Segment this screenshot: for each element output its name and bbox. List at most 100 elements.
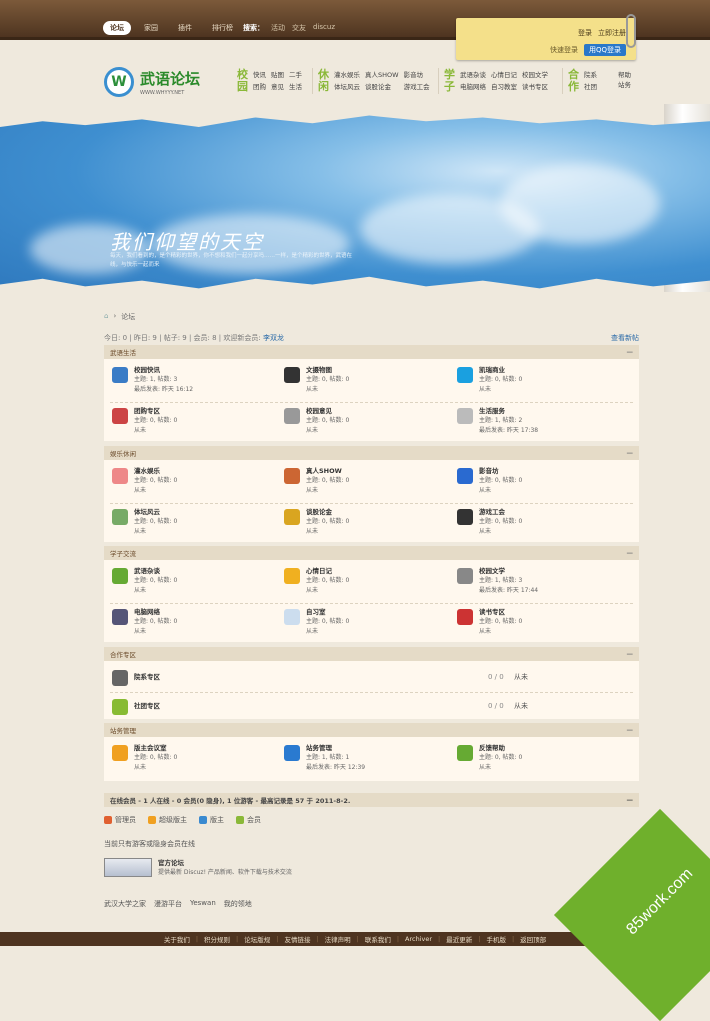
category-link[interactable]: 自习教室 <box>491 81 517 93</box>
forum-item[interactable]: 心情日记 主题: 0, 帖数: 0 从未 <box>284 566 349 596</box>
category-link[interactable]: 院系 <box>584 69 597 81</box>
forum-name[interactable]: 文摄物图 <box>306 365 349 375</box>
forum-name[interactable]: 影音坊 <box>479 466 522 476</box>
footer-link[interactable]: 法律声明 <box>325 934 351 944</box>
forum-name[interactable]: 校园意见 <box>306 406 349 416</box>
forum-name[interactable]: 校园快讯 <box>134 365 193 375</box>
search-link-discuz[interactable]: discuz <box>313 23 335 33</box>
forum-name[interactable]: 团购专区 <box>134 406 177 416</box>
forum-name[interactable]: 反馈帮助 <box>479 743 522 753</box>
forum-item[interactable]: 自习室 主题: 0, 帖数: 0 从未 <box>284 607 349 637</box>
site-logo[interactable]: W 武语论坛 WWW.WHYYY.NET <box>104 67 200 97</box>
forum-item[interactable]: 版主会议室 主题: 0, 帖数: 0 从未 <box>112 743 177 773</box>
category-link[interactable]: 游戏工会 <box>404 81 430 93</box>
forum-item[interactable]: 校园快讯 主题: 1, 帖数: 3 最后发表: 昨天 16:12 <box>112 365 193 395</box>
forum-name[interactable]: 社团专区 <box>134 701 160 711</box>
category-link[interactable]: 二手 <box>289 69 302 81</box>
forum-name[interactable]: 校园文学 <box>479 566 538 576</box>
login-link[interactable]: 登录 <box>578 28 592 38</box>
footer-link[interactable]: 关于我们 <box>164 934 190 944</box>
tab-1[interactable]: 家园 <box>137 21 165 35</box>
collapse-icon[interactable]: — <box>627 549 634 557</box>
category-link[interactable]: 意见 <box>271 81 284 93</box>
forum-name[interactable]: 版主会议室 <box>134 743 177 753</box>
forum-name[interactable]: 谈股论金 <box>306 507 349 517</box>
search-link-activity[interactable]: 活动 <box>271 23 285 33</box>
collapse-icon[interactable]: — <box>627 449 634 457</box>
forum-name[interactable]: 心情日记 <box>306 566 349 576</box>
forum-item[interactable]: 站务管理 主题: 1, 帖数: 1 最后发表: 昨天 12:39 <box>284 743 365 773</box>
newest-member-link[interactable]: 李双龙 <box>263 334 284 342</box>
forum-item[interactable]: 武语杂谈 主题: 0, 帖数: 0 从未 <box>112 566 177 596</box>
footer-link[interactable]: 论坛版规 <box>244 934 270 944</box>
forum-item[interactable]: 真人SHOW 主题: 0, 帖数: 0 从未 <box>284 466 349 496</box>
help-link[interactable]: 帮助站务 <box>618 70 636 90</box>
friend-link[interactable]: 漫游平台 <box>154 899 182 909</box>
breadcrumb-current[interactable]: 论坛 <box>121 312 135 322</box>
forum-item[interactable]: 校园意见 主题: 0, 帖数: 0 从未 <box>284 406 349 436</box>
collapse-icon[interactable]: — <box>627 726 634 734</box>
tab-2[interactable]: 插件 <box>171 21 199 35</box>
home-icon[interactable]: ⌂ <box>104 312 108 322</box>
friend-link[interactable]: 我的领地 <box>224 899 252 909</box>
forum-item[interactable]: 电脑网络 主题: 0, 帖数: 0 从未 <box>112 607 177 637</box>
category-link[interactable]: 团购 <box>253 81 266 93</box>
category-link[interactable]: 读书专区 <box>522 81 548 93</box>
forum-name[interactable]: 读书专区 <box>479 607 522 617</box>
footer-link[interactable]: 联系我们 <box>365 934 391 944</box>
forum-item[interactable]: 游戏工会 主题: 0, 帖数: 0 从未 <box>457 507 522 537</box>
forum-row[interactable]: 院系专区 0 / 0 从未 <box>104 663 639 691</box>
category-link[interactable]: 武语杂谈 <box>460 69 486 81</box>
official-link[interactable]: 官方论坛 提供最新 Discuz! 产品新闻、软件下载与技术交流 <box>104 858 292 878</box>
forum-name[interactable]: 站务管理 <box>306 743 365 753</box>
forum-name[interactable]: 自习室 <box>306 607 349 617</box>
category-link[interactable]: 真人SHOW <box>365 69 399 81</box>
register-link[interactable]: 立即注册 <box>598 28 626 38</box>
section-header[interactable]: 站务管理 — <box>104 723 639 737</box>
footer-link[interactable]: 最近更新 <box>446 934 472 944</box>
forum-name[interactable]: 凯瑞商业 <box>479 365 522 375</box>
forum-name[interactable]: 游戏工会 <box>479 507 522 517</box>
forum-name[interactable]: 武语杂谈 <box>134 566 177 576</box>
category-link[interactable]: 贴图 <box>271 69 284 81</box>
category-link[interactable]: 体坛风云 <box>334 81 360 93</box>
category-link[interactable]: 谈股论金 <box>365 81 399 93</box>
forum-item[interactable]: 团购专区 主题: 0, 帖数: 0 从未 <box>112 406 177 436</box>
footer-link[interactable]: Archiver <box>405 935 432 943</box>
official-name[interactable]: 官方论坛 <box>158 858 292 868</box>
section-header[interactable]: 武语生活 — <box>104 345 639 359</box>
forum-row[interactable]: 社团专区 0 / 0 从未 <box>104 692 639 720</box>
category-link[interactable]: 电脑网络 <box>460 81 486 93</box>
forum-item[interactable]: 校园文学 主题: 1, 帖数: 3 最后发表: 昨天 17:44 <box>457 566 538 596</box>
forum-name[interactable]: 电脑网络 <box>134 607 177 617</box>
section-header[interactable]: 娱乐休闲 — <box>104 446 639 460</box>
forum-name[interactable]: 生活服务 <box>479 406 538 416</box>
category-link[interactable]: 社团 <box>584 81 597 93</box>
category-link[interactable]: 生活 <box>289 81 302 93</box>
friend-link[interactable]: 武汉大学之家 <box>104 899 146 909</box>
qq-login-button[interactable]: 用QQ登录 <box>583 44 626 56</box>
collapse-icon[interactable]: — <box>627 348 634 356</box>
forum-item[interactable]: 文摄物图 主题: 0, 帖数: 0 从未 <box>284 365 349 395</box>
footer-link[interactable]: 返回顶部 <box>520 934 546 944</box>
new-posts-link[interactable]: 查看新帖 <box>611 333 639 343</box>
category-link[interactable]: 校园文学 <box>522 69 548 81</box>
forum-item[interactable]: 体坛风云 主题: 0, 帖数: 0 从未 <box>112 507 177 537</box>
search-link-friends[interactable]: 交友 <box>292 23 306 33</box>
forum-item[interactable]: 生活服务 主题: 1, 帖数: 2 最后发表: 昨天 17:38 <box>457 406 538 436</box>
discuz-logo-icon[interactable] <box>104 858 152 877</box>
forum-item[interactable]: 灌水娱乐 主题: 0, 帖数: 0 从未 <box>112 466 177 496</box>
category-link[interactable]: 快讯 <box>253 69 266 81</box>
forum-item[interactable]: 谈股论金 主题: 0, 帖数: 0 从未 <box>284 507 349 537</box>
category-link[interactable]: 心情日记 <box>491 69 517 81</box>
forum-item[interactable]: 影音坊 主题: 0, 帖数: 0 从未 <box>457 466 522 496</box>
collapse-icon[interactable]: — <box>627 650 634 658</box>
footer-link[interactable]: 友情链接 <box>284 934 310 944</box>
forum-item[interactable]: 读书专区 主题: 0, 帖数: 0 从未 <box>457 607 522 637</box>
forum-item[interactable]: 反馈帮助 主题: 0, 帖数: 0 从未 <box>457 743 522 773</box>
forum-name[interactable]: 真人SHOW <box>306 466 349 476</box>
footer-link[interactable]: 手机版 <box>486 934 506 944</box>
forum-item[interactable]: 凯瑞商业 主题: 0, 帖数: 0 从未 <box>457 365 522 395</box>
section-header[interactable]: 学子交流 — <box>104 546 639 560</box>
friend-link[interactable]: Yeswan <box>190 899 216 909</box>
